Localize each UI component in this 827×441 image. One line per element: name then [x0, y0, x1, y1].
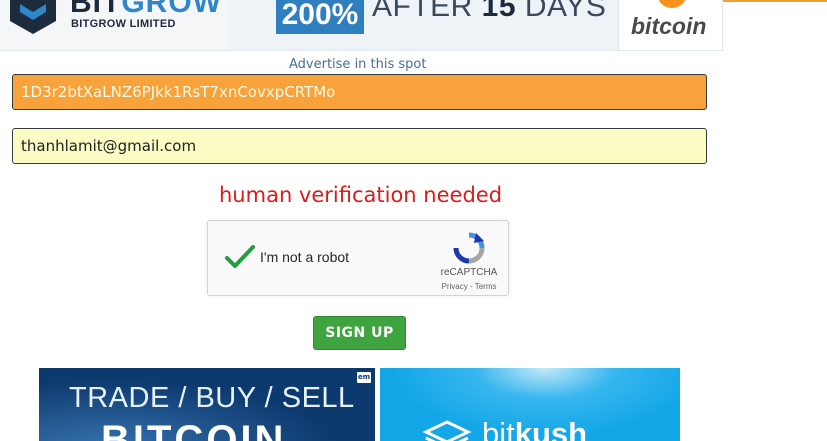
human-verification-message: human verification needed: [219, 183, 503, 207]
ad-choice-badge[interactable]: em: [357, 372, 371, 383]
recaptcha-privacy-terms-links[interactable]: Privacy - Terms: [430, 282, 508, 291]
bitkush-word-part-1: bit: [482, 416, 515, 441]
bitkush-wordmark: bitkush: [482, 416, 587, 441]
sign-up-button[interactable]: SIGN UP: [313, 316, 406, 350]
bitcoin-address-input[interactable]: [12, 74, 707, 110]
percent-badge: 200%: [276, 0, 364, 34]
offer-days-number: 15: [481, 0, 517, 23]
bitcoin-logo-box: bitcoin: [618, 0, 722, 50]
offer-suffix: DAYS: [516, 0, 607, 23]
recaptcha-brand-text: reCAPTCHA: [440, 267, 498, 278]
bitcoin-coin-icon: [657, 0, 687, 8]
trade-bitcoin-ad[interactable]: TRADE / BUY / SELL BITCOIN em: [39, 368, 375, 441]
recaptcha-logo-icon: [453, 232, 485, 264]
bitcoin-wordmark: bitcoin: [631, 13, 707, 39]
bitgrow-brand-title: BITGROW: [70, 0, 222, 20]
bitkush-word-part-2: kush: [514, 416, 588, 441]
top-ad-banner[interactable]: BITGROW BITGROW LIMITED 200% AFTER 15 DA…: [0, 0, 723, 51]
brand-part-2: GROW: [121, 0, 222, 19]
brand-part-1: BIT: [70, 0, 122, 19]
bitkush-ad[interactable]: bitkush: [380, 368, 680, 441]
recaptcha-widget: I'm not a robot reCAPTCHA Privacy - Term…: [207, 220, 509, 296]
bitgrow-logo-icon: [10, 0, 56, 34]
bitkush-logo-icon: [422, 420, 472, 441]
ad-bitcoin-text: BITCOIN: [101, 418, 287, 441]
bitgrow-company-name: BITGROW LIMITED: [71, 18, 176, 30]
offer-prefix: AFTER: [372, 0, 482, 23]
checkmark-icon[interactable]: [224, 243, 256, 271]
ad-trade-buy-sell-text: TRADE / BUY / SELL: [69, 382, 355, 414]
advertise-link[interactable]: Advertise in this spot: [289, 57, 426, 72]
not-a-robot-label: I'm not a robot: [260, 249, 350, 265]
email-input[interactable]: [12, 128, 707, 164]
offer-text: AFTER 15 DAYS: [372, 0, 606, 24]
